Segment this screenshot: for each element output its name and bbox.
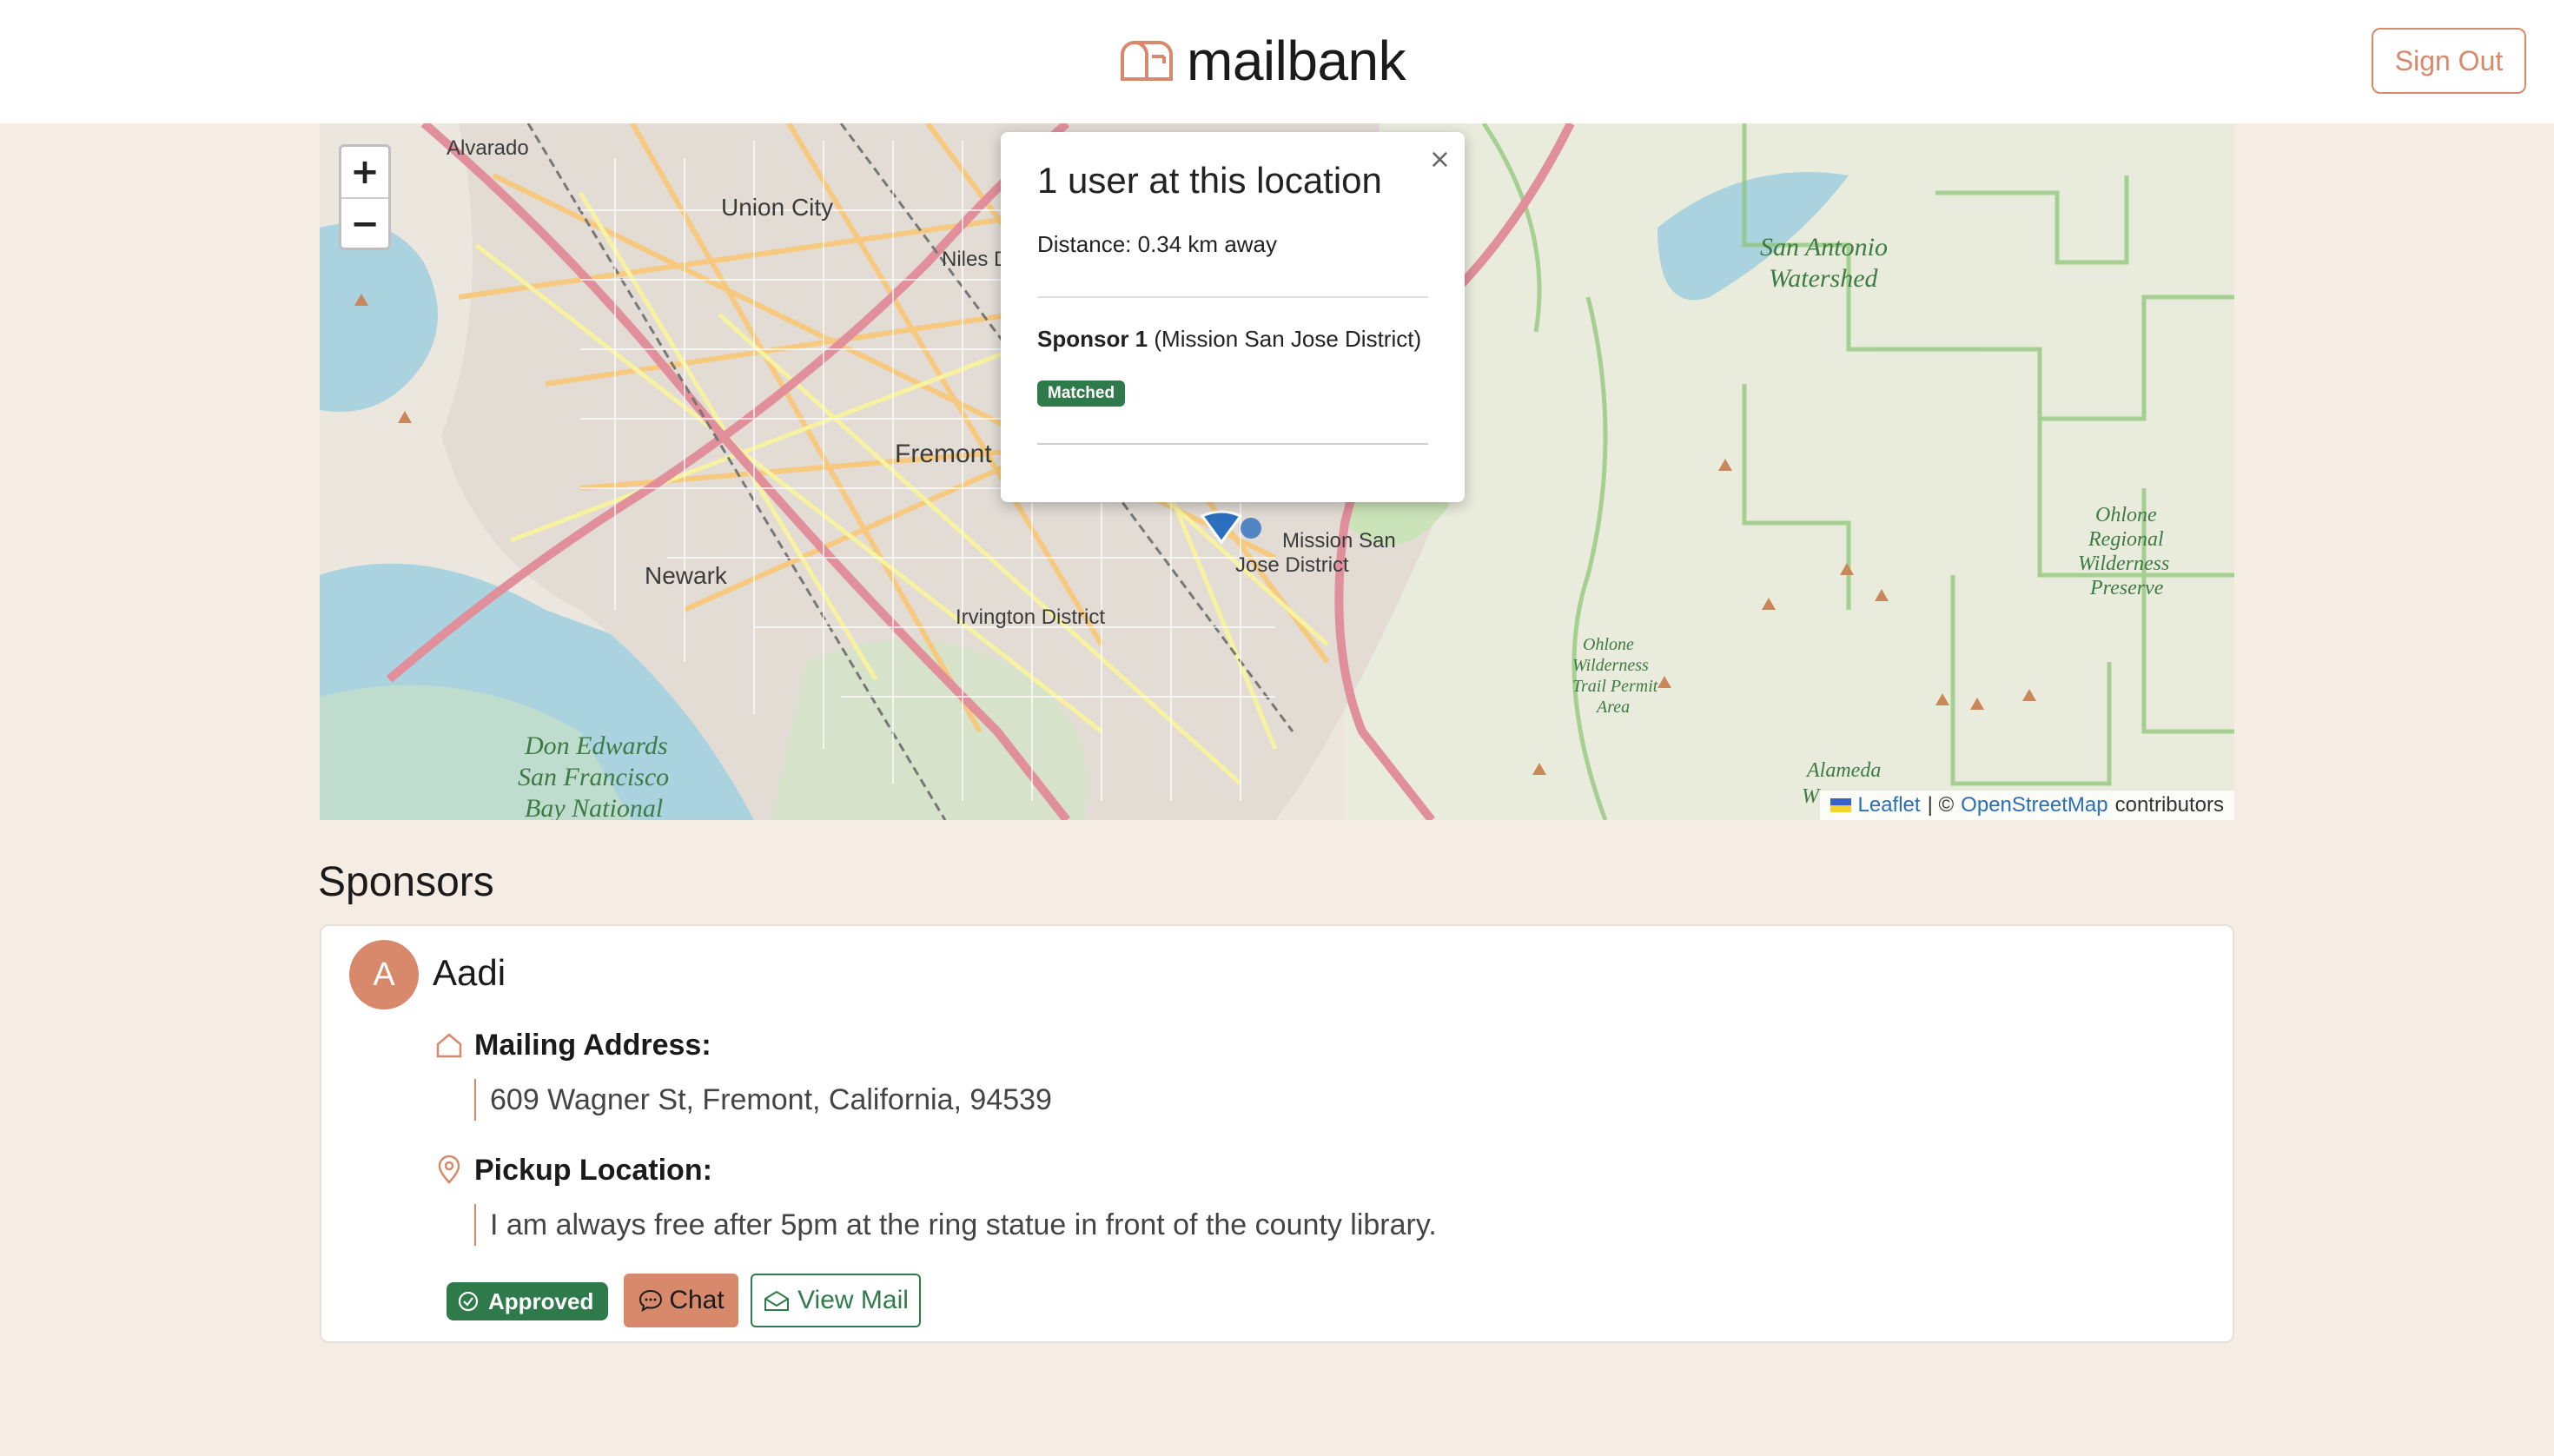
view-mail-label: View Mail: [797, 1286, 909, 1314]
chat-label: Chat: [669, 1286, 725, 1314]
map-label-don-edwards-1: Don Edwards: [524, 731, 668, 760]
map-label-mission-sj-1: Mission San: [1282, 529, 1396, 553]
sponsor-name: Aadi: [433, 952, 506, 993]
ukraine-flag-icon: [1829, 798, 1851, 812]
approved-badge: Approved: [447, 1282, 608, 1320]
map-label-alvarado: Alvarado: [447, 136, 529, 160]
location-pin-icon: [438, 1155, 460, 1184]
brand-name: mailbank: [1187, 30, 1406, 92]
mailing-address-value: 609 Wagner St, Fremont, California, 9453…: [474, 1079, 1052, 1121]
map-label-ohlone-pres-2: Regional: [2088, 528, 2164, 551]
map-label-ohlone-pres-4: Preserve: [2089, 577, 2164, 599]
mailing-address-label: Mailing Address:: [474, 1029, 711, 1062]
pickup-location-label: Pickup Location:: [474, 1154, 712, 1187]
map-label-newark: Newark: [645, 562, 728, 589]
popup-divider: [1037, 296, 1428, 298]
house-icon: [436, 1033, 462, 1058]
app-header: mailbank Sign Out: [0, 0, 2554, 123]
map-label-niles: Niles D: [942, 248, 1009, 271]
map-label-irvington: Irvington District: [956, 606, 1105, 629]
sign-out-button[interactable]: Sign Out: [2372, 28, 2526, 94]
map-label-fremont: Fremont: [895, 440, 992, 468]
brand[interactable]: mailbank: [1119, 26, 1406, 96]
map-label-sa-watershed-1: San Antonio: [1760, 233, 1888, 261]
map-label-alameda-2: W: [1802, 785, 1821, 808]
popup-sponsor-name: Sponsor 1: [1037, 326, 1148, 352]
envelope-open-icon: [764, 1290, 790, 1311]
matched-badge: Matched: [1037, 381, 1126, 407]
map-label-alameda-1: Alameda: [1805, 759, 1881, 782]
zoom-out-button[interactable]: −: [341, 197, 388, 248]
popup-sponsor-area: (Mission San Jose District): [1154, 326, 1422, 352]
map-label-don-edwards-2: San Francisco: [518, 763, 669, 791]
map-attribution: Leaflet | © OpenStreetMap contributors: [1819, 791, 2234, 820]
leaflet-link[interactable]: Leaflet: [1858, 793, 1921, 817]
attribution-separator: | ©: [1927, 793, 1955, 817]
map-label-ohlone-pres-3: Wilderness: [2078, 553, 2169, 575]
approved-label: Approved: [488, 1287, 594, 1314]
map-popup: × 1 user at this location Distance: 0.34…: [1001, 132, 1465, 502]
sponsors-heading: Sponsors: [318, 859, 494, 905]
osm-link[interactable]: OpenStreetMap: [1961, 793, 2107, 817]
map-label-ohlone-trail-3: Trail Permit: [1572, 677, 1658, 696]
map-label-ohlone-trail-2: Wilderness: [1572, 656, 1649, 675]
popup-title: 1 user at this location: [1037, 160, 1382, 201]
popup-sponsor: Sponsor 1 (Mission San Jose District): [1037, 326, 1428, 353]
map-label-ohlone-trail-1: Ohlone: [1583, 635, 1634, 654]
mailbox-icon: [1121, 41, 1173, 81]
pickup-location-value: I am always free after 5pm at the ring s…: [474, 1204, 1437, 1246]
map-label-sa-watershed-2: Watershed: [1769, 264, 1879, 293]
chat-button[interactable]: Chat: [624, 1274, 738, 1327]
popup-close-button[interactable]: ×: [1429, 144, 1451, 175]
attribution-contributors: contributors: [2114, 793, 2224, 817]
zoom-control: + −: [339, 144, 391, 250]
popup-divider-bottom: [1037, 443, 1428, 445]
map-label-mission-sj-2: Jose District: [1235, 553, 1349, 577]
map-label-ohlone-pres-1: Ohlone: [2095, 504, 2157, 526]
zoom-in-button[interactable]: +: [341, 147, 388, 197]
chat-bubble-icon: [639, 1289, 663, 1313]
map-label-ohlone-trail-4: Area: [1595, 698, 1630, 717]
view-mail-button[interactable]: View Mail: [751, 1274, 921, 1327]
popup-distance: Distance: 0.34 km away: [1037, 231, 1278, 257]
map-label-don-edwards-3: Bay National: [525, 794, 663, 820]
avatar: A: [349, 940, 419, 1009]
check-circle-icon: [458, 1291, 479, 1312]
map-label-union-city: Union City: [721, 194, 833, 221]
sponsor-card: A Aadi Mailing Address: 609 Wagner St, F…: [320, 924, 2234, 1343]
